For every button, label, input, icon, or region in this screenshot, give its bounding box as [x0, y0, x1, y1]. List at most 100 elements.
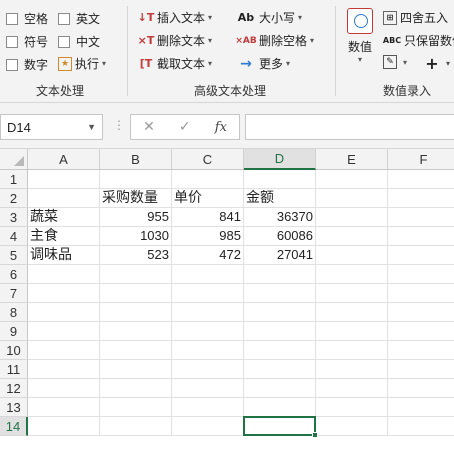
cell-c2[interactable]: 单价 [172, 189, 244, 208]
row-header-10[interactable]: 10 [0, 341, 28, 360]
checkbox-box[interactable] [6, 35, 18, 48]
row-header-8[interactable]: 8 [0, 303, 28, 322]
row-header-6[interactable]: 6 [0, 265, 28, 284]
cell-e6[interactable] [316, 265, 388, 284]
cell-a7[interactable] [28, 284, 100, 303]
extract-text-button[interactable]: [T 截取文本 ▾ [138, 55, 212, 72]
cell-f7[interactable] [388, 284, 454, 303]
round-button[interactable]: ⊞ 四舍五入 [383, 9, 448, 26]
cell-c7[interactable] [172, 284, 244, 303]
cell-f4[interactable] [388, 227, 454, 246]
cell-b13[interactable] [100, 398, 172, 417]
cell-d2[interactable]: 金额 [244, 189, 316, 208]
cell-a2[interactable] [28, 189, 100, 208]
column-header-a[interactable]: A [28, 149, 100, 170]
cell-b11[interactable] [100, 360, 172, 379]
cell-a11[interactable] [28, 360, 100, 379]
cell-d4[interactable]: 60086 [244, 227, 316, 246]
cell-b4[interactable]: 1030 [100, 227, 172, 246]
cell-e7[interactable] [316, 284, 388, 303]
cell-e13[interactable] [316, 398, 388, 417]
cell-b8[interactable] [100, 303, 172, 322]
add-button[interactable]: + ▾ [424, 54, 450, 73]
cell-f3[interactable] [388, 208, 454, 227]
cell-d7[interactable] [244, 284, 316, 303]
checkbox-box[interactable] [6, 12, 18, 25]
cell-e3[interactable] [316, 208, 388, 227]
checkbox-box[interactable] [6, 58, 18, 71]
execute-button[interactable]: ★ 执行 ▾ [58, 55, 106, 72]
cell-a12[interactable] [28, 379, 100, 398]
more-button[interactable]: → 更多 ▾ [236, 55, 290, 72]
active-cell-border[interactable] [243, 416, 318, 438]
cell-a9[interactable] [28, 322, 100, 341]
cell-f6[interactable] [388, 265, 454, 284]
cell-f11[interactable] [388, 360, 454, 379]
checkbox-symbol[interactable]: 符号 [6, 33, 48, 50]
cell-c4[interactable]: 985 [172, 227, 244, 246]
row-header-12[interactable]: 12 [0, 379, 28, 398]
checkbox-english[interactable]: 英文 [58, 10, 100, 27]
cell-a3[interactable]: 蔬菜 [28, 208, 100, 227]
cell-c14[interactable] [172, 417, 244, 436]
cell-c12[interactable] [172, 379, 244, 398]
cell-a4[interactable]: 主食 [28, 227, 100, 246]
cell-f2[interactable] [388, 189, 454, 208]
insert-text-button[interactable]: ↓T 插入文本 ▾ [138, 9, 212, 26]
checkbox-box[interactable] [58, 12, 70, 25]
row-header-13[interactable]: 13 [0, 398, 28, 417]
cell-b12[interactable] [100, 379, 172, 398]
cell-c11[interactable] [172, 360, 244, 379]
cell-c1[interactable] [172, 170, 244, 189]
cell-e4[interactable] [316, 227, 388, 246]
cell-b10[interactable] [100, 341, 172, 360]
cell-e1[interactable] [316, 170, 388, 189]
cell-a6[interactable] [28, 265, 100, 284]
cell-a8[interactable] [28, 303, 100, 322]
column-header-b[interactable]: B [100, 149, 172, 170]
cell-d11[interactable] [244, 360, 316, 379]
cell-c13[interactable] [172, 398, 244, 417]
cell-c6[interactable] [172, 265, 244, 284]
cell-e2[interactable] [316, 189, 388, 208]
checkbox-box[interactable] [58, 35, 70, 48]
cell-c3[interactable]: 841 [172, 208, 244, 227]
row-header-5[interactable]: 5 [0, 246, 28, 265]
numeric-button[interactable]: 数值 ▾ [344, 8, 376, 64]
row-header-2[interactable]: 2 [0, 189, 28, 208]
cell-b7[interactable] [100, 284, 172, 303]
row-header-1[interactable]: 1 [0, 170, 28, 189]
column-header-e[interactable]: E [316, 149, 388, 170]
cell-f13[interactable] [388, 398, 454, 417]
cell-a5[interactable]: 调味品 [28, 246, 100, 265]
cell-d13[interactable] [244, 398, 316, 417]
cell-e10[interactable] [316, 341, 388, 360]
row-header-3[interactable]: 3 [0, 208, 28, 227]
cell-d12[interactable] [244, 379, 316, 398]
cell-b2[interactable]: 采购数量 [100, 189, 172, 208]
cell-b3[interactable]: 955 [100, 208, 172, 227]
cell-d9[interactable] [244, 322, 316, 341]
formula-input[interactable] [245, 114, 454, 140]
cell-b6[interactable] [100, 265, 172, 284]
cell-d3[interactable]: 36370 [244, 208, 316, 227]
cell-c10[interactable] [172, 341, 244, 360]
row-header-4[interactable]: 4 [0, 227, 28, 246]
confirm-icon[interactable]: ✓ [179, 119, 191, 135]
cell-d10[interactable] [244, 341, 316, 360]
cell-a13[interactable] [28, 398, 100, 417]
cell-a1[interactable] [28, 170, 100, 189]
select-all-corner[interactable] [0, 149, 28, 170]
checkbox-space[interactable]: 空格 [6, 10, 48, 27]
cell-c5[interactable]: 472 [172, 246, 244, 265]
cell-c9[interactable] [172, 322, 244, 341]
cell-f8[interactable] [388, 303, 454, 322]
cell-d1[interactable] [244, 170, 316, 189]
formula-bar-grip-icon[interactable]: ⋮ [113, 118, 125, 132]
cell-b9[interactable] [100, 322, 172, 341]
remove-space-button[interactable]: ×AB 删除空格 ▾ [235, 32, 314, 49]
fill-button[interactable]: ✎ ▾ [383, 55, 407, 69]
cancel-icon[interactable]: ✕ [143, 119, 155, 135]
cell-e11[interactable] [316, 360, 388, 379]
cell-e5[interactable] [316, 246, 388, 265]
